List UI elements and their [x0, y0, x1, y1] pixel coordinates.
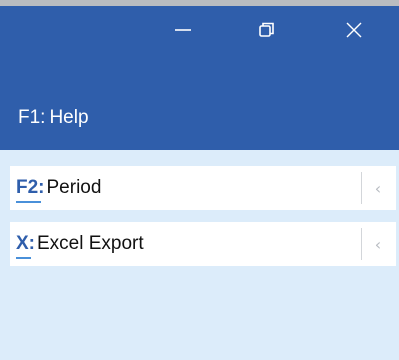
- divider: [361, 228, 362, 260]
- minimize-button[interactable]: [156, 6, 210, 54]
- help-shortcut-key: F1:: [18, 107, 46, 128]
- excel-export-shortcut-key: X:: [16, 233, 35, 259]
- restore-icon: [259, 22, 274, 37]
- help-label: Help: [49, 107, 89, 128]
- excel-export-label: Excel Export: [37, 233, 144, 254]
- period-command-button[interactable]: F2: Period ‹: [10, 166, 396, 210]
- excel-export-command-button[interactable]: X: Excel Export ‹: [10, 222, 396, 266]
- period-label: Period: [46, 177, 102, 198]
- close-button[interactable]: [327, 6, 381, 54]
- app-window: F1: Help F2: Period ‹ X: Excel Export ‹: [0, 0, 399, 360]
- chevron-left-icon[interactable]: ‹: [368, 166, 388, 210]
- minimize-icon: [175, 29, 191, 31]
- divider: [361, 172, 362, 204]
- period-shortcut-key: F2:: [16, 177, 45, 203]
- help-button[interactable]: F1: Help: [18, 106, 89, 130]
- chevron-left-icon[interactable]: ‹: [368, 222, 388, 266]
- restore-button[interactable]: [240, 6, 294, 54]
- close-icon: [346, 22, 362, 38]
